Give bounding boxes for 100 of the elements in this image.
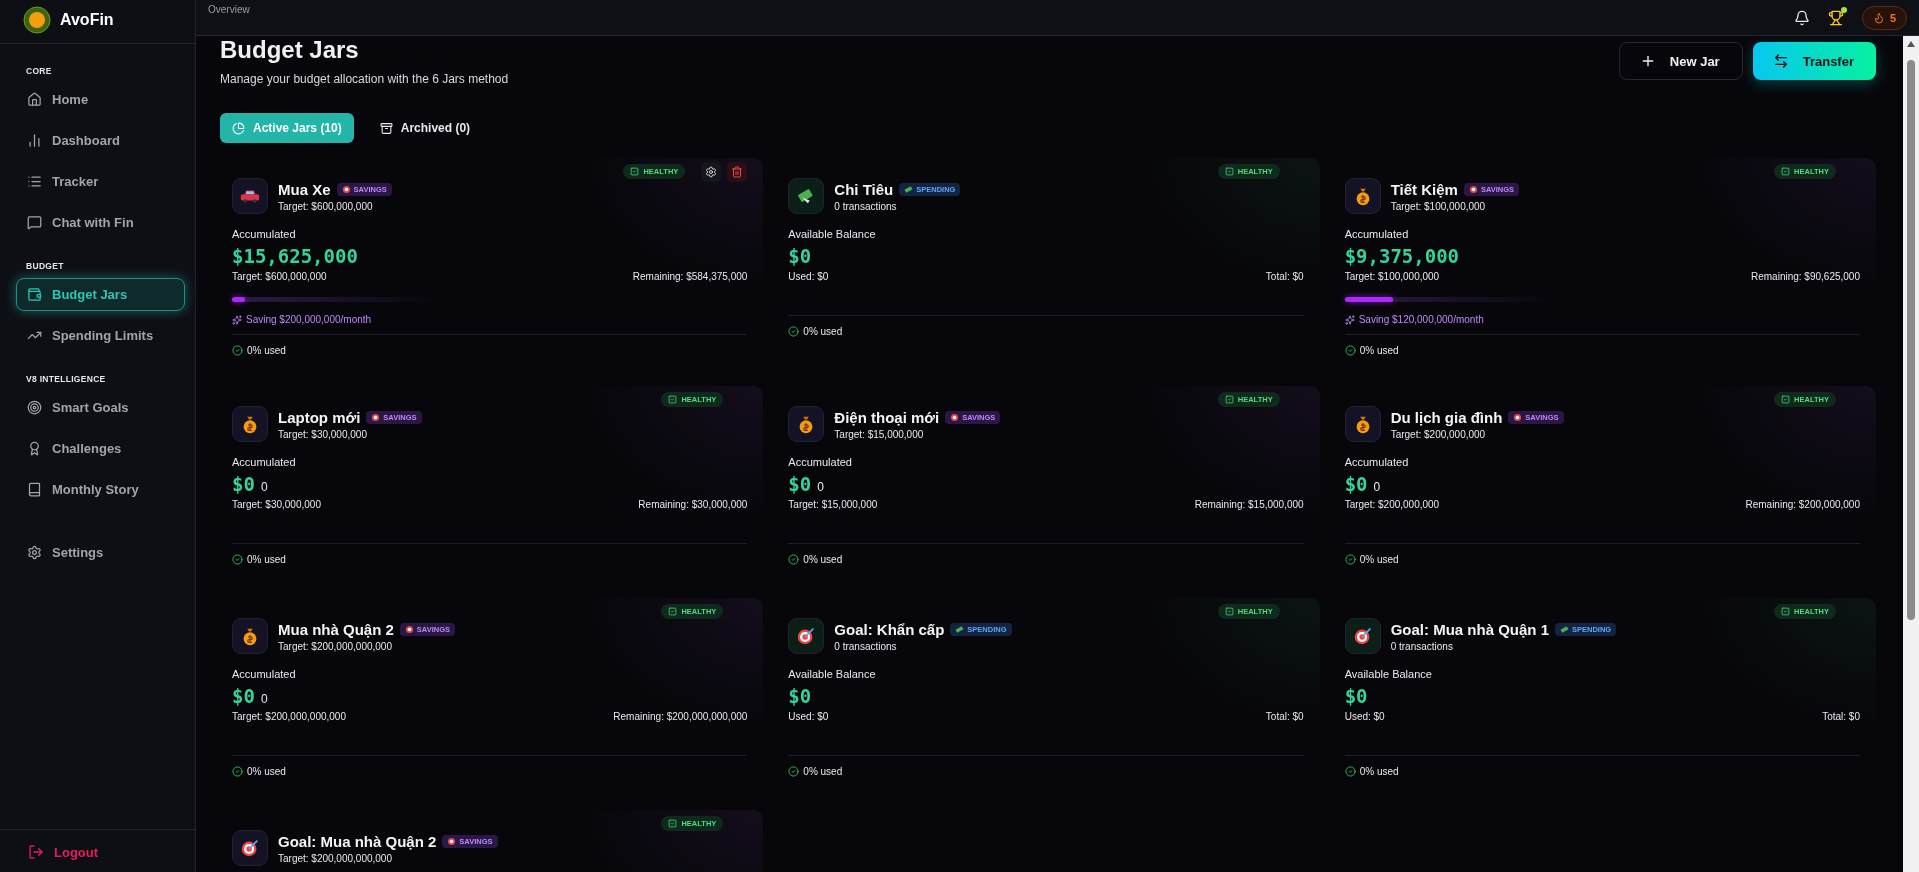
jar-name: Goal: Mua nhà Quận 1 <box>1390 620 1549 638</box>
nav-item[interactable]: Budget Jars <box>16 278 185 311</box>
target-icon <box>341 184 351 194</box>
jar-subtitle: Target: $15,000,000 <box>834 428 925 440</box>
jar-stat: Remaining: $90,625,000 <box>1751 271 1860 282</box>
jar-stat: Remaining: $584,375,000 <box>632 271 748 282</box>
logout-link[interactable]: Logout <box>28 844 99 860</box>
page-title: Budget Jars <box>220 36 360 64</box>
balance-label: Available Balance <box>1344 668 1433 680</box>
section-title: CORE <box>25 66 53 76</box>
check-circle-icon <box>1344 345 1356 356</box>
trophy-icon[interactable] <box>1827 9 1844 26</box>
section-title: BUDGET <box>25 261 65 271</box>
jar-subtitle: Target: $100,000,000 <box>1390 200 1487 212</box>
delete-button[interactable] <box>727 162 748 182</box>
tab[interactable]: Archived (0) <box>367 113 483 143</box>
check-icon <box>630 167 640 176</box>
new-button[interactable]: New Jar <box>1618 42 1743 80</box>
balance-amount: $15,625,000 <box>232 245 358 267</box>
jar-subtitle: 0 transactions <box>834 200 898 212</box>
balance-label: Accumulated <box>1344 228 1410 240</box>
target-icon <box>950 412 960 422</box>
nav-item[interactable]: Spending Limits <box>16 319 185 352</box>
check-circle-icon <box>788 326 800 337</box>
target-icon <box>27 400 42 415</box>
balance-label: Accumulated <box>232 668 297 680</box>
saving-rate: Saving $120,000,000/month <box>1344 314 1860 325</box>
nav-item[interactable]: Home <box>16 83 185 116</box>
nav-item[interactable]: Challenges <box>16 432 185 465</box>
check-circle-icon <box>232 766 243 777</box>
jar-subtitle: Target: $200,000,000 <box>1390 428 1487 440</box>
balance-amount: $0 <box>788 473 812 495</box>
balance-label: Available Balance <box>788 228 877 240</box>
jar-stat: Target: $600,000,000 <box>232 271 327 282</box>
check-icon <box>668 607 678 616</box>
jar-name: Goal: Mua nhà Quận 2 <box>278 832 437 850</box>
nav-item[interactable]: Smart Goals <box>16 391 185 424</box>
nav-item[interactable]: Settings <box>16 536 185 569</box>
scrollbar[interactable] <box>1903 36 1919 872</box>
jar-stat: Target: $15,000,000 <box>788 499 878 510</box>
settings-icon <box>27 545 42 560</box>
check-icon <box>1224 167 1234 176</box>
sparkles-icon <box>1344 314 1355 325</box>
balance-amount: $9,375,000 <box>1344 245 1460 267</box>
jar-stat: Total: $0 <box>1822 711 1860 722</box>
jar-subtitle: 0 transactions <box>1390 640 1454 652</box>
usage-text: 0% used <box>1344 766 1399 777</box>
nav-item[interactable]: Monthly Story <box>16 473 185 506</box>
amount-suffix: 0 <box>1373 480 1381 494</box>
bell-icon[interactable] <box>1793 9 1810 26</box>
money-icon <box>904 184 914 194</box>
jar-subtitle: Target: $600,000,000 <box>278 200 374 212</box>
balance-amount: $0 <box>788 685 812 707</box>
balance-amount: $0 <box>788 245 812 267</box>
jar-subtitle: Target: $200,000,000,000 <box>278 852 393 864</box>
nav-item[interactable]: Dashboard <box>16 124 185 157</box>
app-name: AvoFin <box>60 10 114 29</box>
check-icon <box>1224 395 1234 404</box>
streak-badge[interactable]: 5 <box>1861 5 1907 30</box>
award-icon <box>27 441 42 456</box>
usage-text: 0% used <box>232 554 286 565</box>
balance-amount: $0 <box>232 473 255 495</box>
section-title: V8 INTELLIGENCE <box>25 374 107 384</box>
transfer-button[interactable]: Transfer <box>1752 42 1876 80</box>
nav-item[interactable]: Tracker <box>16 165 185 198</box>
balance-amount: $0 <box>232 685 255 707</box>
balance-label: Accumulated <box>232 456 297 468</box>
money-icon <box>1560 624 1569 634</box>
jar-stat: Used: $0 <box>1344 711 1385 722</box>
balance-label: Accumulated <box>1344 456 1410 468</box>
jar-stat: Target: $200,000,000 <box>1344 499 1440 510</box>
list-icon <box>27 174 42 189</box>
balance-label: Accumulated <box>788 456 853 468</box>
breadcrumb: Overview <box>208 4 250 15</box>
balance-amount: $0 <box>1344 473 1368 495</box>
settings-button[interactable] <box>701 162 722 182</box>
bar-chart-icon <box>27 133 42 148</box>
check-icon <box>668 395 678 404</box>
jar-stat: Remaining: $15,000,000 <box>1194 499 1304 510</box>
target-icon <box>1468 184 1478 194</box>
home-icon <box>27 92 42 107</box>
nav-item[interactable]: Chat with Fin <box>16 206 185 239</box>
wallet-icon <box>27 287 42 302</box>
jar-stat: Remaining: $30,000,000 <box>638 499 748 510</box>
usage-text: 0% used <box>232 766 286 777</box>
usage-text: 0% used <box>1344 554 1399 565</box>
archive-icon <box>379 121 393 135</box>
saving-rate: Saving $200,000,000/month <box>232 314 748 325</box>
target-icon <box>1513 412 1523 422</box>
usage-text: 0% used <box>1344 345 1399 356</box>
check-circle-icon <box>1344 554 1356 565</box>
scroll-up-icon[interactable] <box>1906 40 1916 48</box>
target-icon <box>447 836 457 846</box>
jar-name: Laptop mới <box>278 408 361 426</box>
usage-text: 0% used <box>788 766 843 777</box>
jar-stat: Target: $100,000,000 <box>1344 271 1440 282</box>
amount-suffix: 0 <box>260 480 268 494</box>
pie-chart-icon <box>232 121 245 135</box>
page-subtitle: Manage your budget allocation with the 6 Jars method <box>220 72 509 86</box>
balance-label: Accumulated <box>232 228 297 240</box>
